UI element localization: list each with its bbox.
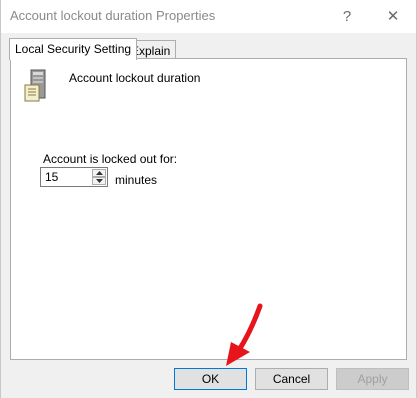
cancel-button[interactable]: Cancel [255,368,328,390]
red-arrow-annotation [226,303,263,366]
duration-unit: minutes [115,173,158,187]
window-border-left [0,0,1,398]
chevron-up-icon [95,171,103,175]
help-icon: ? [342,7,352,25]
close-icon: ✕ [386,8,400,25]
close-button[interactable]: ✕ [379,4,407,28]
decrement-button[interactable] [92,177,106,185]
tab-label: Local Security Setting [15,42,132,56]
policy-name: Account lockout duration [69,71,201,85]
window-title: Account lockout duration Properties [10,8,216,23]
tab-panel [10,58,407,360]
ok-button[interactable]: OK [174,368,247,390]
increment-button[interactable] [92,169,106,177]
locked-out-label: Account is locked out for: [43,152,178,166]
chevron-down-icon [95,179,103,183]
duration-stepper[interactable] [40,167,108,187]
title-bar: Account lockout duration Properties ? ✕ [0,0,417,33]
apply-button: Apply [336,368,409,390]
help-button[interactable]: ? [333,4,361,28]
tab-local-security-setting[interactable]: Local Security Setting [9,38,138,60]
server-icon [24,69,46,102]
duration-input[interactable] [45,170,89,184]
